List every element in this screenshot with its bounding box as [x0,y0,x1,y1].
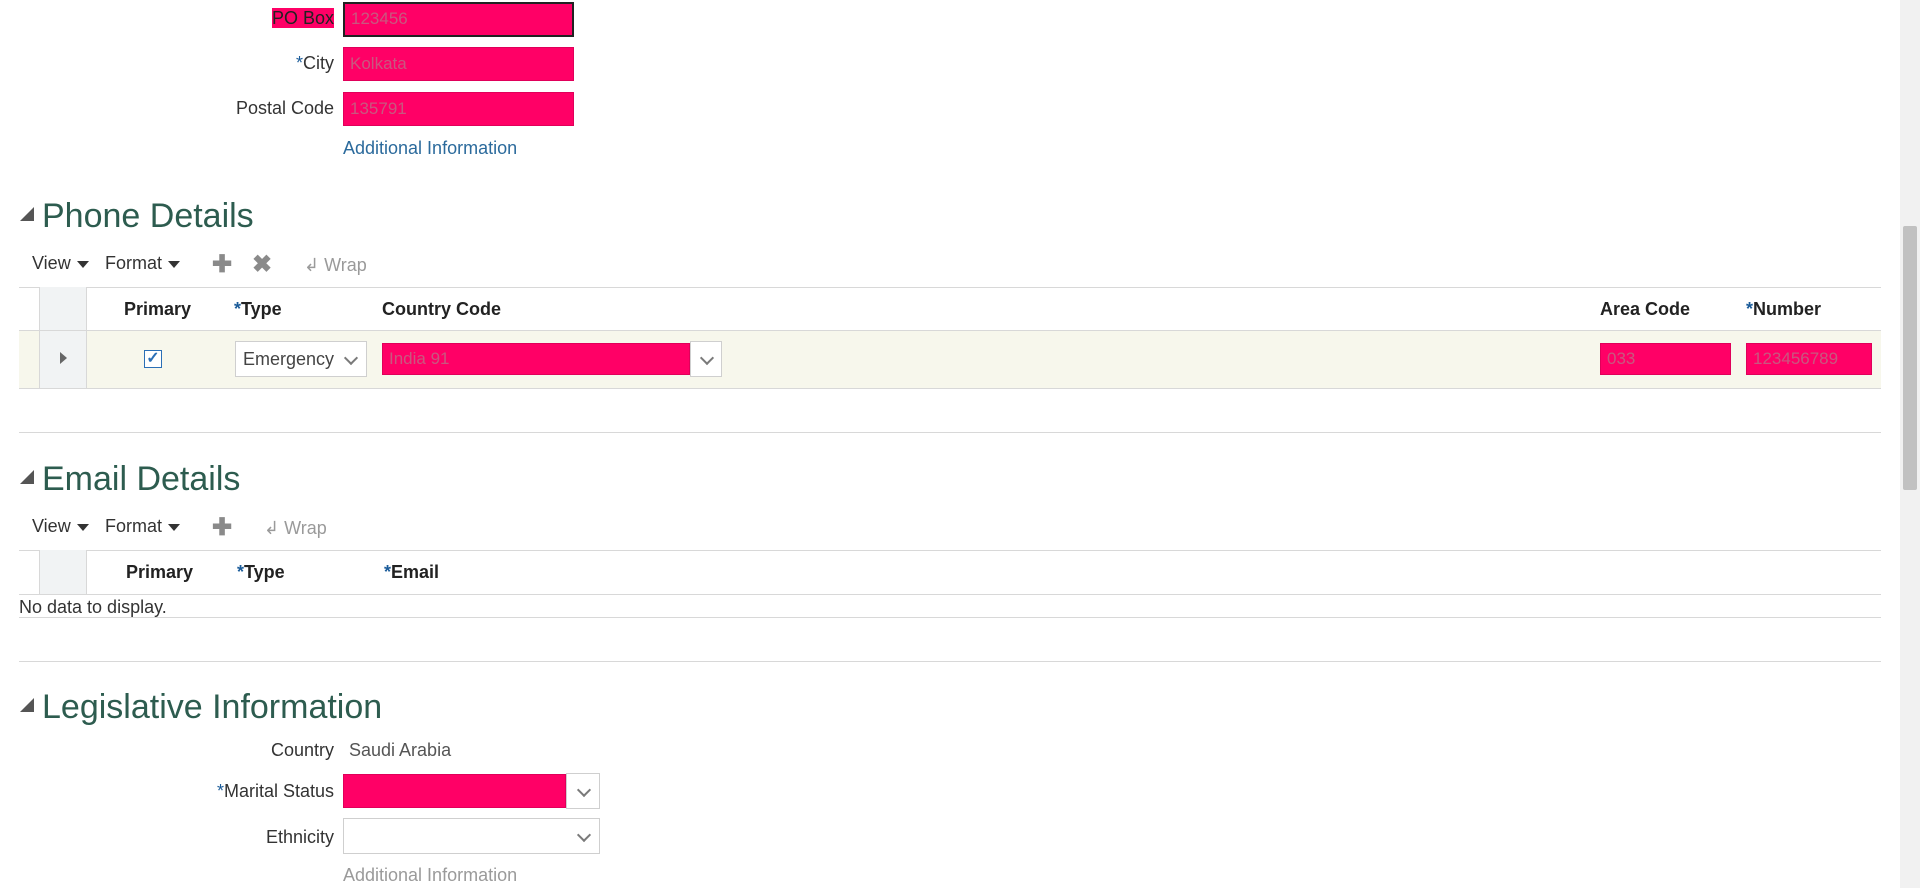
email-type-header-text: Type [244,562,285,582]
section-separator [19,661,1881,662]
expand-row-icon[interactable] [60,352,67,364]
phone-number-header-text: Number [1753,299,1822,319]
po-box-input[interactable]: 123456 [343,2,574,37]
area-code-value: 033 [1607,349,1636,368]
phone-col-primary: Primary [124,299,192,319]
plus-icon[interactable]: ✚ [212,253,232,277]
phone-details-title: Phone Details [42,197,254,235]
po-box-value: 123456 [351,9,408,28]
email-view-menu[interactable]: View [32,516,89,537]
phone-type-header-text: Type [241,299,282,319]
phone-format-menu[interactable]: Format [105,253,181,274]
phone-number-value: 123456789 [1753,349,1839,368]
chevron-down-icon [168,260,181,268]
phone-table-top-border [19,287,1881,288]
phone-col-type: *Type [234,299,282,320]
email-details-collapse-icon[interactable] [20,470,34,484]
scrollbar-thumb[interactable] [1903,226,1917,490]
wrap-icon: ↲ [264,518,280,538]
wrap-icon: ↲ [304,255,320,275]
po-box-label-text: PO Box [271,8,334,28]
email-table-row-gutter [39,550,87,594]
postal-code-value: 135791 [350,99,407,118]
email-wrap-button[interactable]: ↲ Wrap [264,518,327,539]
postal-code-input[interactable]: 135791 [343,92,574,126]
city-label-text: City [303,53,334,73]
legislative-additional-information-link[interactable]: Additional Information [343,865,517,886]
marital-status-label: *Marital Status [217,781,334,802]
email-table-top-border [19,550,1881,551]
city-required-mark: * [295,53,303,73]
email-col-type: *Type [237,562,285,583]
email-header-bottom-border [19,594,1881,595]
phone-primary-checkbox[interactable]: ✓ [144,350,162,368]
email-email-required-mark: * [384,562,392,582]
close-icon[interactable]: ✖ [252,253,272,277]
marital-status-select[interactable] [343,774,566,808]
email-details-title: Email Details [42,460,241,498]
phone-view-menu[interactable]: View [32,253,89,274]
phone-wrap-button[interactable]: ↲ Wrap [304,255,367,276]
city-input[interactable]: Kolkata [343,47,574,81]
ethnicity-select[interactable] [343,818,600,854]
phone-details-collapse-icon[interactable] [20,207,34,221]
phone-view-label: View [32,253,71,273]
country-label: Country [270,740,334,760]
area-code-input[interactable]: 033 [1600,343,1731,375]
city-value: Kolkata [350,54,407,73]
chevron-down-icon [76,523,89,531]
email-table-bottom-border [19,617,1881,618]
email-col-primary: Primary [126,562,194,582]
section-separator [19,432,1881,433]
phone-type-value: Emergency [243,349,335,369]
legislative-collapse-icon[interactable] [20,698,34,712]
email-col-email: *Email [384,562,439,583]
chevron-down-icon [76,260,89,268]
email-type-required-mark: * [237,562,245,582]
country-code-value: India 91 [389,349,450,368]
chevron-down-icon [168,523,181,531]
marital-status-required-mark: * [216,781,224,801]
phone-wrap-label: Wrap [324,255,367,275]
phone-number-input[interactable]: 123456789 [1746,343,1872,375]
postal-code-label: Postal Code [235,98,334,118]
country-value: Saudi Arabia [349,740,452,760]
phone-number-required-mark: * [1746,299,1754,319]
email-email-header-text: Email [391,562,440,582]
city-label: *City [296,53,334,74]
phone-col-country-code: Country Code [382,299,501,319]
email-view-label: View [32,516,71,536]
ethnicity-label: Ethnicity [265,827,334,847]
marital-status-label-text: Marital Status [223,781,334,801]
email-format-menu[interactable]: Format [105,516,181,537]
address-additional-information-link[interactable]: Additional Information [343,138,517,159]
po-box-label: PO Box [271,8,334,29]
phone-col-number: *Number [1746,299,1821,320]
phone-table-bottom-border [19,388,1881,389]
country-code-input[interactable]: India 91 [382,343,690,375]
email-wrap-label: Wrap [284,518,327,538]
legislative-information-title: Legislative Information [42,688,383,726]
plus-icon[interactable]: ✚ [212,516,232,540]
phone-type-required-mark: * [234,299,242,319]
email-empty-message: No data to display. [19,597,167,617]
phone-format-label: Format [105,253,163,273]
phone-col-area-code: Area Code [1600,299,1691,319]
email-format-label: Format [105,516,163,536]
page: PO Box 123456 *City Kolkata Postal Code … [0,0,1920,888]
